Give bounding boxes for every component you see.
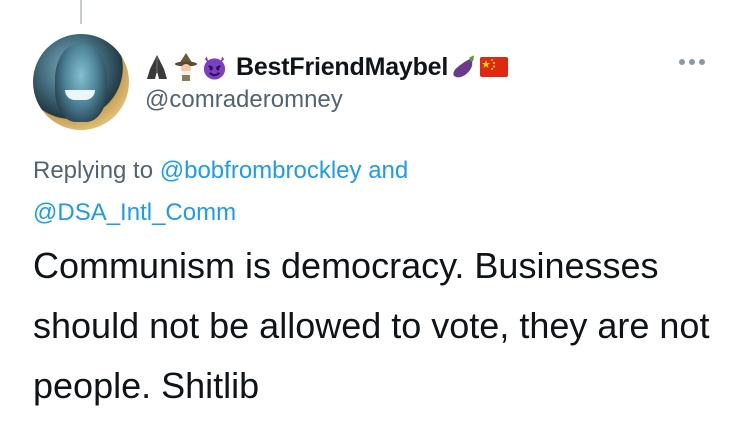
tweet-text: Communism is democracy. Businesses shoul…: [33, 245, 710, 406]
avatar-face: [55, 44, 107, 122]
eggplant-icon: [450, 52, 477, 82]
more-options-icon[interactable]: [679, 59, 705, 65]
more-dot: [699, 59, 705, 65]
more-dot: [679, 59, 685, 65]
replying-to: Replying to @bobfrombrockley and @DSA_In…: [33, 150, 693, 234]
reply-mention-bobfrombrockley[interactable]: @bobfrombrockley: [160, 157, 362, 184]
smiling-devil-icon: [201, 52, 228, 82]
reply-prefix: Replying to: [33, 157, 154, 184]
user-handle[interactable]: @comraderomney: [145, 86, 343, 114]
avatar[interactable]: [33, 34, 129, 130]
tweet-header: BestFriendMaybel: [143, 50, 511, 84]
display-name[interactable]: BestFriendMaybel: [236, 53, 448, 82]
reply-joiner: and: [368, 157, 409, 184]
reply-mention-dsa-intl-comm[interactable]: @DSA_Intl_Comm: [33, 199, 236, 226]
more-dot: [689, 59, 695, 65]
folded-hands-icon: [143, 52, 170, 82]
mage-icon: [172, 52, 199, 82]
thread-connector-line: [80, 0, 82, 24]
china-flag-icon: [479, 52, 509, 82]
